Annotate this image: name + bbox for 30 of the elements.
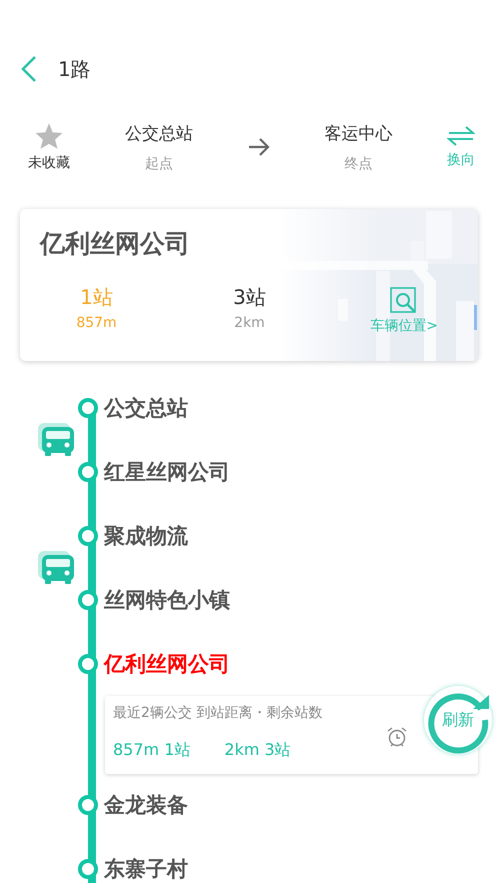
distance: 857m <box>76 315 117 331</box>
stop-name[interactable]: 东寨子村 <box>104 855 188 883</box>
arrow-icon <box>248 137 270 157</box>
stop-name[interactable]: 公交总站 <box>104 394 188 422</box>
start-stop-name: 公交总站 <box>124 122 193 144</box>
distance: 2km <box>234 315 265 331</box>
stop-name[interactable]: 金龙装备 <box>104 791 188 819</box>
bus-icon <box>38 551 76 585</box>
favorite-button[interactable]: 未收藏 <box>28 122 70 172</box>
stop-dot <box>78 398 98 418</box>
end-stop-name: 客运中心 <box>324 122 392 144</box>
route-title: 1路 <box>58 56 91 82</box>
star-icon <box>34 122 64 150</box>
end-caption: 终点 <box>344 154 372 172</box>
stop-name[interactable]: 红星丝网公司 <box>104 458 230 486</box>
bus-icon <box>38 423 76 457</box>
swap-icon <box>447 125 475 147</box>
bus-arrival: 2km 3站 <box>224 740 291 761</box>
start-caption: 起点 <box>144 154 173 172</box>
stop-name[interactable]: 聚成物流 <box>104 522 188 550</box>
search-icon <box>390 287 418 315</box>
bus-arrival: 857m 1站 <box>113 740 190 761</box>
stop-name[interactable]: 亿利丝网公司 <box>104 650 230 678</box>
stop-name[interactable]: 丝网特色小镇 <box>104 586 230 614</box>
panel-caption: 最近2辆公交 到站距离・剩余站数 <box>113 705 322 721</box>
station-title: 亿利丝网公司 <box>40 229 190 258</box>
alarm-clock-icon[interactable] <box>386 726 408 748</box>
stop-count: 1站 <box>80 284 113 311</box>
stop-count: 3站 <box>233 284 266 311</box>
back-icon[interactable] <box>20 55 38 83</box>
